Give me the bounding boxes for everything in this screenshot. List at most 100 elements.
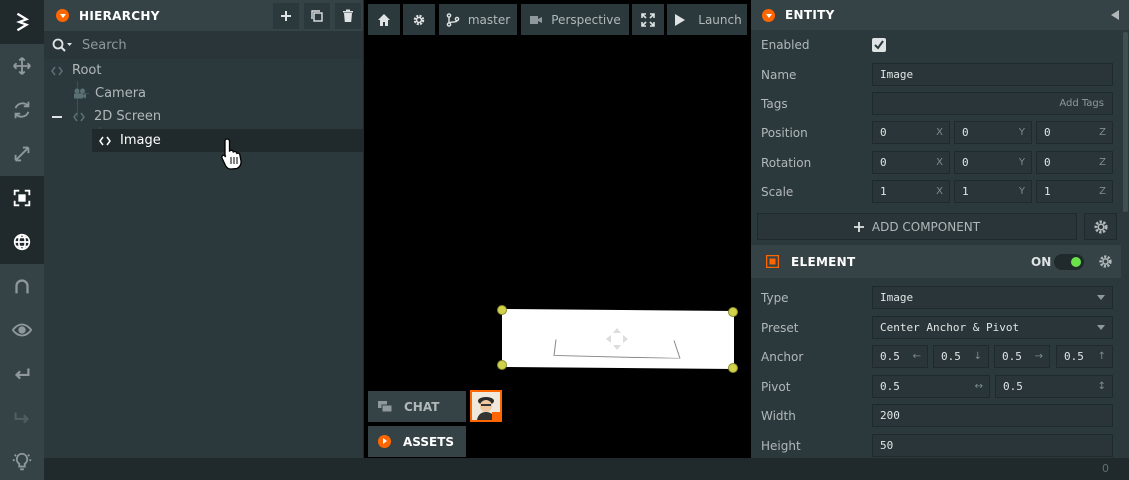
entity-icon [98, 134, 112, 148]
hierarchy-search[interactable]: Search [44, 31, 363, 59]
eye-icon[interactable] [0, 308, 44, 352]
viewport[interactable]: master Perspective Launch CHAT ASSETS [364, 0, 751, 458]
resize-handle[interactable] [728, 363, 738, 373]
height-label: Height [761, 438, 801, 453]
add-component-button[interactable]: ADD COMPONENT [757, 213, 1077, 240]
image-element[interactable] [502, 308, 734, 370]
redo-icon[interactable] [0, 396, 44, 440]
scale-y-input[interactable]: 1Y [954, 180, 1032, 203]
position-z-input[interactable]: 0Z [1036, 121, 1113, 144]
avatar-icon [472, 392, 500, 420]
world-icon[interactable] [0, 220, 44, 264]
resize-handle[interactable] [497, 360, 507, 370]
move-icon[interactable] [0, 44, 44, 88]
collapse-icon[interactable] [56, 9, 69, 22]
gear-icon [413, 14, 425, 25]
anchor-left-input[interactable]: 0.5 ← [872, 345, 928, 368]
check-icon [874, 39, 884, 50]
rotation-z-input[interactable]: 0Z [1036, 151, 1113, 174]
position-x-input[interactable]: 0X [872, 121, 950, 144]
settings-button[interactable] [403, 4, 435, 35]
tree-item-camera[interactable]: Camera [73, 82, 353, 105]
home-button[interactable] [368, 4, 400, 35]
pivot-x-value: 0.5 [880, 380, 900, 393]
rotation-label: Rotation [761, 155, 812, 170]
name-input[interactable]: Image [872, 63, 1113, 86]
scale-z-input[interactable]: 1Z [1036, 180, 1113, 203]
anchor-top-input[interactable]: 0.5 ↑ [1056, 345, 1113, 368]
enabled-label: Enabled [761, 37, 810, 52]
type-row: Type Image [751, 283, 1121, 312]
launch-button[interactable]: Launch [667, 4, 747, 35]
component-settings-button[interactable] [1084, 213, 1117, 240]
tags-row: Tags Add Tags [751, 89, 1121, 118]
height-input[interactable]: 50 [872, 434, 1113, 457]
branch-label: master [467, 12, 511, 27]
pivot-y-input[interactable]: 0.5 ↕ [995, 375, 1113, 398]
magnet-icon[interactable] [0, 264, 44, 308]
launch-label: Launch [698, 12, 742, 27]
lightbulb-icon[interactable] [0, 440, 44, 480]
tree-item-2d-screen[interactable]: 2D Screen [52, 105, 352, 128]
anchor-right-input[interactable]: 0.5 → [994, 345, 1050, 368]
resize-icon[interactable] [0, 176, 44, 220]
arrow-down-icon: ↓ [973, 351, 982, 362]
assets-tab[interactable]: ASSETS [368, 426, 466, 457]
tags-input[interactable]: Add Tags [872, 92, 1113, 115]
anchor-bottom-input[interactable]: 0.5 ↓ [933, 345, 989, 368]
scrollbar-thumb[interactable] [1123, 32, 1128, 212]
axis-label: Z [1099, 157, 1106, 168]
anchor-label: Anchor [761, 349, 804, 364]
width-input[interactable]: 200 [872, 404, 1113, 427]
camera-select[interactable]: Perspective [521, 4, 629, 35]
collapse-icon[interactable] [762, 8, 775, 22]
collapse-tree-icon[interactable] [52, 115, 62, 118]
branch-button[interactable]: master [439, 4, 517, 35]
status-bar: 0 [44, 458, 1129, 480]
position-y-input[interactable]: 0Y [954, 121, 1032, 144]
resize-handle[interactable] [497, 305, 507, 315]
search-input[interactable]: Search [82, 38, 127, 53]
type-select[interactable]: Image [872, 286, 1113, 309]
add-entity-button[interactable] [273, 3, 299, 29]
arrow-right-icon: → [1034, 351, 1043, 362]
home-icon [378, 13, 390, 26]
fullscreen-button[interactable] [632, 4, 664, 35]
collapse-left-icon[interactable] [1111, 10, 1119, 20]
arrow-vertical-icon: ↕ [1097, 381, 1106, 392]
undo-icon[interactable] [0, 352, 44, 396]
hierarchy-panel: HIERARCHY Search Root Camera 2D Screen I… [44, 0, 364, 458]
enabled-checkbox[interactable] [872, 37, 886, 52]
anchor-right-value: 0.5 [1002, 350, 1022, 363]
scale-x-input[interactable]: 1X [872, 180, 950, 203]
play-icon [675, 13, 686, 26]
duplicate-button[interactable] [304, 3, 330, 29]
tree-item-root[interactable]: Root [50, 59, 350, 82]
scale-icon[interactable] [0, 132, 44, 176]
pivot-x-input[interactable]: 0.5 ↔ [872, 375, 990, 398]
entity-title: ENTITY [785, 8, 835, 22]
element-icon [766, 255, 779, 268]
delete-button[interactable] [335, 3, 361, 29]
axis-label: X [936, 186, 943, 197]
chat-tab[interactable]: CHAT [368, 391, 466, 422]
fullscreen-icon [641, 12, 655, 27]
chat-icon [378, 400, 392, 412]
user-avatar[interactable] [470, 390, 502, 422]
element-toggle[interactable] [1054, 254, 1084, 270]
scale-y-value: 1 [962, 185, 969, 198]
trash-icon [343, 9, 353, 22]
rotation-x-input[interactable]: 0X [872, 151, 950, 174]
preset-select[interactable]: Center Anchor & Pivot [872, 316, 1113, 339]
inspector-scrollbar[interactable] [1122, 30, 1129, 458]
position-label: Position [761, 125, 808, 140]
logo-icon[interactable] [0, 0, 44, 44]
toolbar [0, 0, 44, 480]
rotate-icon[interactable] [0, 88, 44, 132]
chevron-down-icon [1097, 295, 1105, 300]
width-label: Width [761, 408, 796, 423]
resize-handle[interactable] [728, 307, 738, 317]
rotation-y-input[interactable]: 0Y [954, 151, 1032, 174]
gear-icon [1093, 219, 1108, 234]
gear-icon[interactable] [1098, 254, 1113, 269]
